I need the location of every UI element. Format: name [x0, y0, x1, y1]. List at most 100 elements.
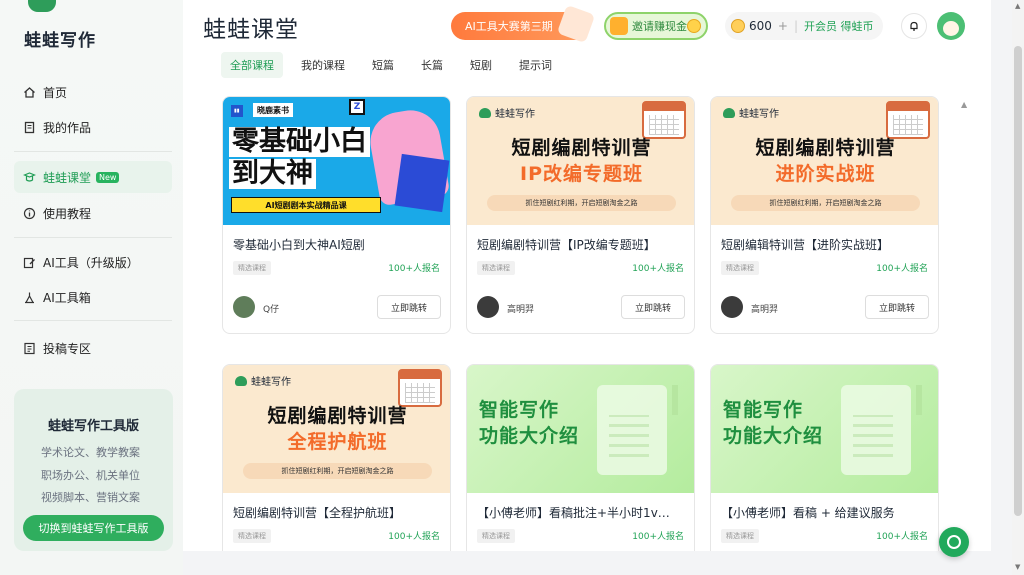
- vip-link[interactable]: 开会员 得蛙币: [804, 18, 874, 34]
- document-icon: [22, 120, 36, 134]
- promo-line: 学术论文、教学教案: [41, 446, 140, 459]
- thumb-ribbon: 抓住短剧红利期，开启短剧淘金之路: [731, 195, 920, 211]
- scroll-down-icon[interactable]: ▼: [1015, 563, 1020, 571]
- submit-icon: [22, 341, 36, 355]
- home-icon: [22, 85, 36, 99]
- thumb-line2: 到大神: [229, 159, 316, 189]
- avatar-face-icon: [943, 21, 959, 36]
- notification-bell-icon[interactable]: [901, 13, 927, 39]
- box-illustration-icon: [394, 153, 450, 213]
- author-name: 高明羿: [751, 305, 779, 315]
- course-thumbnail[interactable]: 蛙蛙写作 短剧编剧特训营 全程护航班 抓住短剧红利期，开启短剧淘金之路: [223, 365, 450, 493]
- enroll-count: 100+人报名: [632, 264, 684, 274]
- enroll-count: 100+人报名: [388, 532, 440, 542]
- sidebar-item-label: 首页: [43, 85, 68, 100]
- sidebar: 蛙蛙写作 首页 我的作品 蛙蛙课堂 New 使用教程 AI工具（升级版） AI工…: [0, 0, 183, 575]
- author-avatar: [721, 296, 743, 318]
- switch-tool-version-button[interactable]: 切换到蛙蛙写作工具版: [23, 515, 164, 541]
- sidebar-item-ai-toolbox[interactable]: AI工具箱: [14, 281, 172, 313]
- thumb-line1: 零基础小白: [229, 127, 370, 157]
- arrow-up-icon: [916, 385, 922, 415]
- sidebar-item-home[interactable]: 首页: [14, 76, 172, 108]
- app-name: 蛙蛙写作: [24, 31, 96, 51]
- pencil-icon: [556, 4, 596, 44]
- frog-logo-icon: [28, 0, 56, 12]
- page-scrollbar[interactable]: ▲ ▼: [1012, 0, 1024, 575]
- divider: [14, 320, 172, 321]
- page-title: 蛙蛙课堂: [203, 17, 299, 43]
- course-title[interactable]: 【小傅老师】看稿 + 给建议服务: [721, 504, 931, 521]
- tab-my-courses[interactable]: 我的课程: [292, 52, 354, 78]
- chat-support-button[interactable]: [939, 527, 969, 557]
- course-thumbnail[interactable]: 蛙蛙写作 短剧编剧特训营 进阶实战班 抓住短剧红利期，开启短剧淘金之路: [711, 97, 938, 225]
- thumb-line1: 智能写作: [479, 399, 560, 421]
- logo[interactable]: 蛙蛙写作: [22, 0, 172, 60]
- thumb-line1: 短剧编剧特训营: [267, 405, 408, 427]
- invite-label: 邀请赚现金: [632, 20, 687, 33]
- course-thumbnail[interactable]: 智能写作 功能大介绍: [467, 365, 694, 493]
- sidebar-item-label: 使用教程: [43, 206, 92, 221]
- headset-icon: [947, 535, 961, 549]
- course-thumbnail[interactable]: ▮▮ 晓鹿素书 Z 零基础小白 到大神 AI短剧剧本实战精品课: [223, 97, 450, 225]
- scrollbar-thumb[interactable]: [1014, 46, 1022, 516]
- frog-logo-icon: [479, 107, 491, 118]
- brand-badge-icon: ▮▮: [231, 105, 243, 117]
- add-coins-icon[interactable]: +: [778, 19, 788, 33]
- thumb-brand-logo: 蛙蛙写作: [723, 105, 779, 120]
- author-name: 高明羿: [507, 305, 535, 315]
- thumb-brand: 晓鹿素书: [253, 103, 293, 117]
- sidebar-item-submit[interactable]: 投稿专区: [14, 332, 172, 364]
- course-card[interactable]: 智能写作 功能大介绍 【小傅老师】看稿 + 给建议服务 精选课程 100+人报名: [710, 364, 939, 551]
- separator: |: [793, 19, 799, 33]
- thumb-line2: 功能大介绍: [479, 425, 580, 447]
- sidebar-item-course[interactable]: 蛙蛙课堂 New: [14, 161, 172, 193]
- course-card[interactable]: 蛙蛙写作 短剧编剧特训营 IP改编专题班 抓住短剧红利期，开启短剧淘金之路 短剧…: [466, 96, 695, 334]
- jump-button[interactable]: 立即跳转: [865, 295, 929, 319]
- arrow-up-icon: [672, 385, 678, 415]
- author-name: Q仔: [263, 305, 280, 315]
- course-tag: 精选课程: [233, 529, 271, 543]
- course-thumbnail[interactable]: 蛙蛙写作 短剧编剧特训营 IP改编专题班 抓住短剧红利期，开启短剧淘金之路: [467, 97, 694, 225]
- coin-balance[interactable]: 600 + | 开会员 得蛙币: [725, 12, 883, 40]
- tab-short-drama[interactable]: 短剧: [461, 52, 501, 78]
- sidebar-item-my-works[interactable]: 我的作品: [14, 111, 172, 143]
- tab-long[interactable]: 长篇: [412, 52, 452, 78]
- jump-button[interactable]: 立即跳转: [621, 295, 685, 319]
- inner-scroll-up-icon[interactable]: ▲: [961, 100, 969, 110]
- document-illustration-icon: [841, 385, 911, 475]
- course-tag: 精选课程: [233, 261, 271, 275]
- enroll-count: 100+人报名: [632, 532, 684, 542]
- course-title[interactable]: 短剧编剧特训营【全程护航班】: [233, 504, 443, 521]
- thumb-line2: 全程护航班: [287, 431, 388, 453]
- sidebar-item-tutorial[interactable]: 使用教程: [14, 197, 172, 229]
- course-card[interactable]: 智能写作 功能大介绍 【小傅老师】看稿批注+半小时1v… 精选课程 100+人报…: [466, 364, 695, 551]
- info-icon: [22, 206, 36, 220]
- course-card[interactable]: 蛙蛙写作 短剧编剧特训营 进阶实战班 抓住短剧红利期，开启短剧淘金之路 短剧编辑…: [710, 96, 939, 334]
- course-title[interactable]: 短剧编剧特训营【IP改编专题班】: [477, 236, 687, 253]
- tab-prompts[interactable]: 提示词: [510, 52, 561, 78]
- course-card[interactable]: ▮▮ 晓鹿素书 Z 零基础小白 到大神 AI短剧剧本实战精品课 零基础小白到大神…: [222, 96, 451, 334]
- ai-contest-banner[interactable]: AI工具大赛第三期: [451, 4, 596, 44]
- edit-icon: [22, 255, 36, 269]
- main-content: 蛙蛙课堂 AI工具大赛第三期 邀请赚现金 600 + | 开会员 得蛙币 全部课…: [183, 0, 991, 551]
- course-title[interactable]: 短剧编辑特训营【进阶实战班】: [721, 236, 931, 253]
- course-title[interactable]: 零基础小白到大神AI短剧: [233, 236, 443, 253]
- tab-short[interactable]: 短篇: [363, 52, 403, 78]
- thumb-line2: IP改编专题班: [520, 163, 643, 185]
- course-thumbnail[interactable]: 智能写作 功能大介绍: [711, 365, 938, 493]
- invite-cash-banner[interactable]: 邀请赚现金: [604, 12, 708, 40]
- thumb-ribbon: 抓住短剧红利期，开启短剧淘金之路: [487, 195, 676, 211]
- user-avatar[interactable]: [937, 12, 965, 40]
- course-card[interactable]: 蛙蛙写作 短剧编剧特训营 全程护航班 抓住短剧红利期，开启短剧淘金之路 短剧编剧…: [222, 364, 451, 551]
- course-title[interactable]: 【小傅老师】看稿批注+半小时1v…: [477, 504, 687, 521]
- frog-logo-icon: [723, 107, 735, 118]
- enroll-count: 100+人报名: [876, 264, 928, 274]
- thumb-line1: 短剧编剧特训营: [755, 137, 896, 159]
- jump-button[interactable]: 立即跳转: [377, 295, 441, 319]
- tab-all-courses[interactable]: 全部课程: [221, 52, 283, 78]
- sidebar-item-ai-tools[interactable]: AI工具（升级版）: [14, 246, 172, 278]
- thumb-line2: 进阶实战班: [775, 163, 876, 185]
- scroll-up-icon[interactable]: ▲: [1015, 2, 1020, 10]
- enroll-count: 100+人报名: [876, 532, 928, 542]
- author-avatar: [477, 296, 499, 318]
